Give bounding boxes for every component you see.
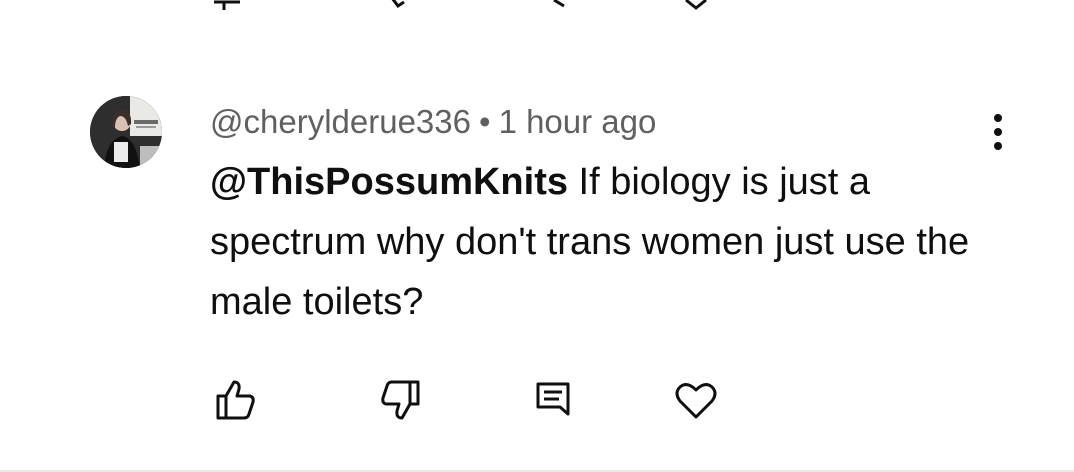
comment-body: @ThisPossumKnits If biology is just a sp… xyxy=(210,152,1010,332)
user-avatar-photo xyxy=(90,96,162,168)
heart-icon xyxy=(675,383,717,419)
comment-item: @cherylderue336 • 1 hour ago @ThisPossumKn… xyxy=(0,0,1074,472)
dislike-button[interactable] xyxy=(374,372,430,428)
avatar[interactable] xyxy=(90,96,162,168)
reply-button[interactable] xyxy=(525,372,581,428)
reply-comment-icon xyxy=(536,382,570,416)
thumbs-down-icon xyxy=(381,380,420,420)
meta-separator: • xyxy=(479,103,491,140)
like-button[interactable] xyxy=(206,372,262,428)
mention-link[interactable]: @ThisPossumKnits xyxy=(210,161,568,203)
comment-author[interactable]: @cherylderue336 xyxy=(210,103,471,140)
heart-button[interactable] xyxy=(668,372,724,428)
comment-timestamp: 1 hour ago xyxy=(498,103,657,140)
thumbs-up-icon xyxy=(216,380,255,420)
comment-menu-button[interactable] xyxy=(978,108,1018,156)
more-vert-icon xyxy=(994,114,1002,150)
comment-meta: @cherylderue336 • 1 hour ago xyxy=(210,100,656,144)
